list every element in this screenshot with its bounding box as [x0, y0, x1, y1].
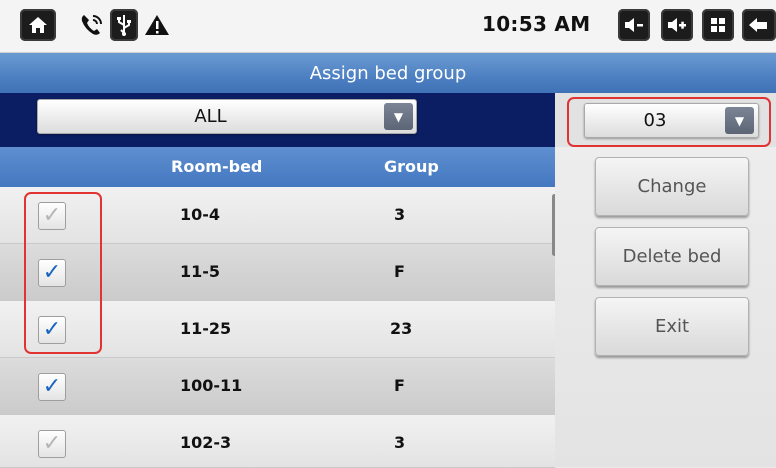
status-bar: 10:53 AM: [0, 0, 776, 53]
filter-dropdown-value: ALL: [194, 106, 227, 127]
group-cell: F: [394, 262, 405, 281]
room-bed-cell: 11-5: [180, 262, 221, 281]
room-bed-cell: 11-25: [180, 319, 232, 338]
menu-grid-icon[interactable]: [702, 9, 734, 41]
highlight-checkboxes: [24, 192, 102, 354]
back-icon[interactable]: [742, 9, 776, 41]
usb-icon: [110, 9, 138, 41]
filter-dropdown[interactable]: ALL ▼: [37, 99, 417, 134]
room-bed-cell: 102-3: [180, 433, 232, 452]
row-checkbox[interactable]: ✓: [38, 373, 66, 401]
group-cell: 3: [394, 433, 406, 452]
page-title: Assign bed group: [309, 62, 467, 84]
highlight-group-select: [567, 97, 771, 147]
room-bed-cell: 10-4: [180, 205, 221, 224]
row-checkbox[interactable]: ✓: [38, 430, 66, 458]
table-row[interactable]: ✓ 102-3 3: [0, 415, 555, 468]
column-header-group: Group: [384, 157, 439, 176]
check-icon: ✓: [42, 374, 62, 399]
group-cell: F: [394, 376, 405, 395]
warning-icon: [142, 9, 172, 41]
table-row[interactable]: ✓ 100-11 F: [0, 358, 555, 415]
home-icon[interactable]: [20, 9, 56, 41]
group-cell: 3: [394, 205, 406, 224]
volume-down-icon[interactable]: [618, 9, 650, 41]
phone-signal-icon: [77, 9, 107, 41]
table-header: Room-bed Group: [0, 147, 555, 187]
room-bed-cell: 100-11: [180, 376, 243, 395]
exit-button[interactable]: Exit: [595, 297, 749, 356]
delete-bed-button[interactable]: Delete bed: [595, 227, 749, 286]
column-header-room-bed: Room-bed: [171, 157, 263, 176]
check-icon: ✓: [42, 431, 62, 456]
chevron-down-icon: ▼: [384, 103, 413, 130]
clock: 10:53 AM: [482, 12, 591, 36]
group-cell: 23: [390, 319, 413, 338]
change-button[interactable]: Change: [595, 157, 749, 216]
title-bar: Assign bed group: [0, 53, 776, 93]
volume-up-icon[interactable]: [661, 9, 693, 41]
